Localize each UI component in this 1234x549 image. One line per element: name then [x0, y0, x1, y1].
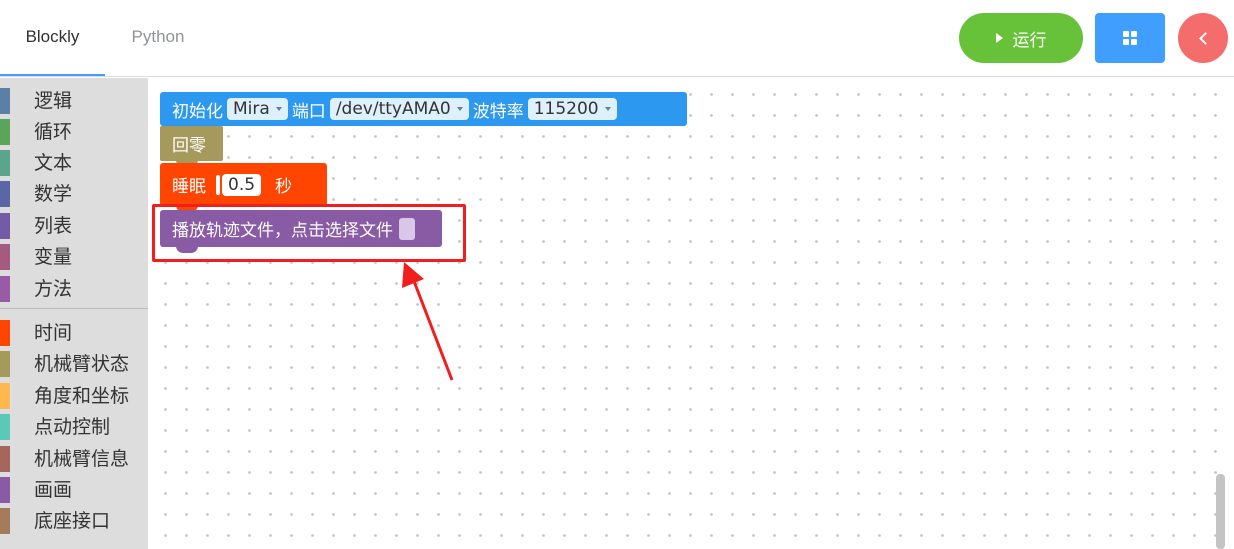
category-color-swatch: [0, 119, 10, 145]
home-label: 回零: [172, 136, 206, 156]
category-color-swatch: [0, 446, 10, 472]
chevron-down-icon: [456, 107, 463, 111]
toolbox-category[interactable]: 变量: [0, 243, 148, 271]
toolbox-category[interactable]: 底座接口: [0, 507, 148, 535]
top-bar: Blockly Python 运行: [0, 0, 1234, 77]
grid-icon: [1123, 31, 1137, 45]
sleep-block[interactable]: 睡眠 0.5 秒: [160, 163, 327, 212]
category-color-swatch: [0, 351, 10, 377]
baud-label: 波特率: [472, 101, 524, 122]
toolbox-category[interactable]: 方法: [0, 275, 148, 303]
category-label: 画画: [34, 479, 73, 501]
back-button[interactable]: [1178, 13, 1228, 63]
category-label: 角度和坐标: [34, 385, 130, 407]
grid-button[interactable]: [1095, 13, 1165, 63]
category-color-swatch: [0, 181, 10, 207]
category-color-swatch: [0, 150, 10, 176]
category-color-swatch: [0, 88, 10, 114]
category-label: 变量: [34, 246, 73, 268]
tab-python[interactable]: Python: [105, 0, 211, 76]
port-dropdown[interactable]: /dev/ttyAMA0: [329, 98, 469, 120]
category-color-swatch: [0, 213, 10, 239]
toolbox-category[interactable]: 画画: [0, 476, 148, 504]
category-label: 方法: [34, 278, 73, 300]
category-label: 数学: [34, 183, 73, 205]
annotation-highlight-box: [152, 204, 466, 262]
baud-dropdown[interactable]: 115200: [527, 98, 617, 120]
init-label: 初始化: [172, 101, 223, 122]
category-color-swatch: [0, 244, 10, 270]
category-label: 循环: [34, 121, 73, 143]
category-label: 列表: [34, 215, 73, 237]
home-block[interactable]: 回零: [160, 126, 223, 167]
category-label: 文本: [34, 152, 73, 174]
toolbox-category[interactable]: 点动控制: [0, 413, 148, 441]
workspace-scrollbar[interactable]: [1216, 474, 1225, 549]
chevron-down-icon: [604, 107, 611, 111]
chevron-left-icon: [1198, 31, 1212, 45]
category-label: 点动控制: [34, 416, 111, 438]
sleep-label: 睡眠: [172, 177, 206, 197]
category-label: 底座接口: [34, 510, 111, 532]
category-color-swatch: [0, 320, 10, 346]
toolbox-separator: [0, 308, 148, 309]
category-color-swatch: [0, 508, 10, 534]
play-icon: [995, 33, 1003, 43]
toolbox: 逻辑循环文本数学列表变量方法时间机械臂状态角度和坐标点动控制机械臂信息画画底座接…: [0, 78, 148, 549]
toolbox-category[interactable]: 列表: [0, 212, 148, 240]
init-block[interactable]: 初始化 Mira 端口 /dev/ttyAMA0 波特率 115200: [160, 92, 687, 132]
toolbox-category[interactable]: 角度和坐标: [0, 382, 148, 410]
port-label: 端口: [291, 101, 326, 122]
toolbox-category[interactable]: 时间: [0, 319, 148, 347]
toolbox-category[interactable]: 数学: [0, 180, 148, 208]
toolbox-category[interactable]: 循环: [0, 118, 148, 146]
category-label: 机械臂信息: [34, 448, 130, 470]
run-button-label: 运行: [1012, 30, 1047, 51]
category-label: 机械臂状态: [34, 353, 130, 375]
robot-dropdown[interactable]: Mira: [227, 98, 288, 120]
sleep-value-input[interactable]: 0.5: [222, 173, 262, 196]
toolbox-category[interactable]: 逻辑: [0, 87, 148, 115]
category-label: 逻辑: [34, 90, 73, 112]
toolbox-category[interactable]: 文本: [0, 149, 148, 177]
category-color-swatch: [0, 276, 10, 302]
toolbox-category[interactable]: 机械臂状态: [0, 350, 148, 378]
value-socket: [216, 174, 220, 195]
toolbox-category[interactable]: 机械臂信息: [0, 445, 148, 473]
run-button[interactable]: 运行: [959, 13, 1083, 63]
sleep-unit: 秒: [275, 177, 293, 197]
category-color-swatch: [0, 383, 10, 409]
blockly-workspace[interactable]: 初始化 Mira 端口 /dev/ttyAMA0 波特率 115200 回零 睡…: [148, 78, 1234, 549]
category-label: 时间: [34, 322, 73, 344]
tab-blockly[interactable]: Blockly: [0, 0, 105, 76]
category-color-swatch: [0, 477, 10, 503]
category-color-swatch: [0, 414, 10, 440]
chevron-down-icon: [275, 107, 282, 111]
